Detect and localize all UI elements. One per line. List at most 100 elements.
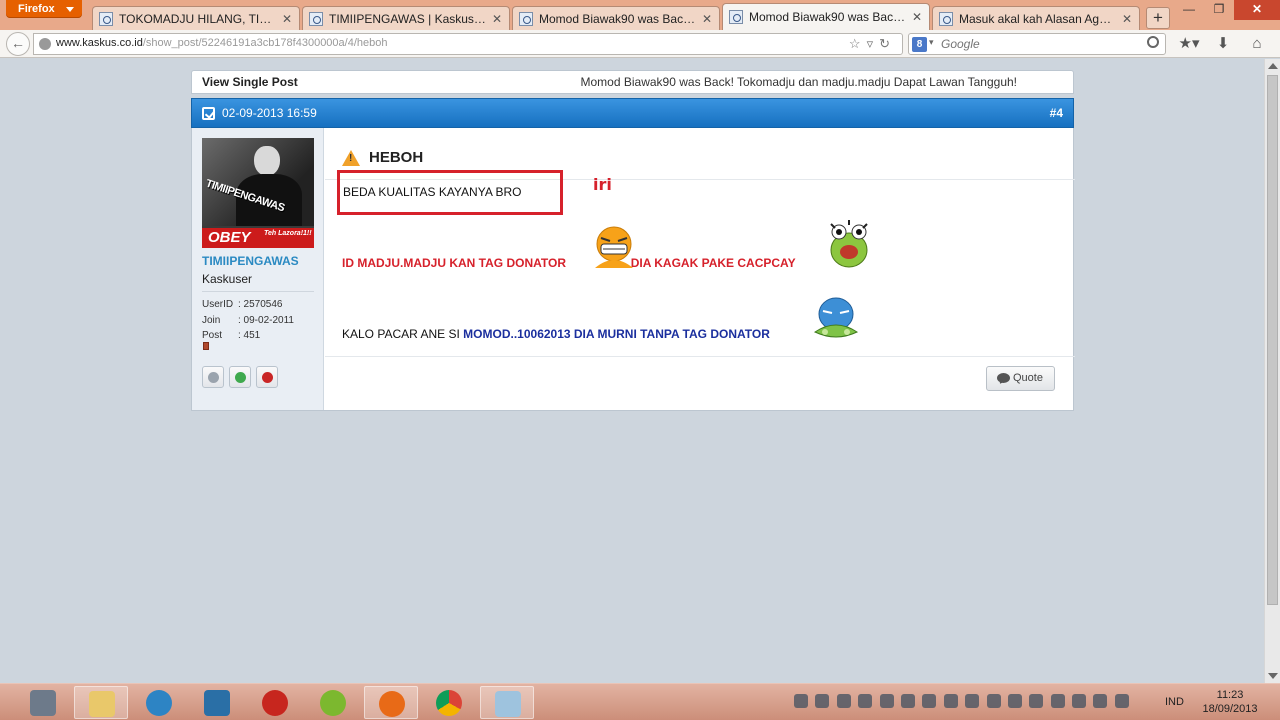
google-icon[interactable]: 8 — [912, 37, 927, 52]
address-bar-tools: ☆▿↻ — [849, 36, 896, 52]
notepad-icon — [495, 691, 521, 717]
browser-tab[interactable]: TIMIIPENGAWAS | Kaskus - The ... ✕ — [302, 6, 510, 30]
browser-tab[interactable]: Momod Biawak90 was Back! To... ✕ — [512, 6, 720, 30]
restore-button[interactable]: ❐ — [1204, 0, 1234, 20]
tray-icon[interactable] — [815, 694, 830, 708]
clock-time: 11:23 — [1216, 689, 1244, 701]
globe-icon — [39, 38, 51, 50]
scroll-up-icon[interactable] — [1268, 63, 1278, 69]
new-tab-button[interactable]: + — [1146, 7, 1170, 29]
url-path: /show_post/52246191a3cb178f4300000a/4/he… — [142, 37, 388, 49]
taskbar-app[interactable] — [248, 686, 302, 719]
taskbar-app[interactable] — [422, 686, 476, 719]
reload-icon[interactable]: ↻ — [879, 36, 896, 51]
speech-bubble-icon — [997, 373, 1010, 383]
search-icon[interactable] — [1147, 36, 1159, 48]
browser-titlebar: Firefox TOKOMADJU HILANG, TIDAK F... ✕ T… — [0, 0, 1280, 30]
tray-icon[interactable] — [794, 694, 808, 708]
vertical-scrollbar[interactable] — [1264, 59, 1280, 683]
search-input[interactable] — [941, 35, 1141, 53]
avatar-head — [254, 146, 280, 176]
stat-label: UserID — [202, 299, 234, 310]
tray-icon[interactable] — [1050, 694, 1065, 708]
tray-icon[interactable] — [836, 694, 851, 708]
close-tab-icon[interactable]: ✕ — [1121, 12, 1133, 26]
view-single-post-label: View Single Post — [202, 75, 298, 89]
avatar[interactable]: TIMIIPENGAWAS OBEY Teh Lazora!1!! — [202, 138, 314, 248]
dropdown-icon[interactable]: ▿ — [867, 36, 880, 51]
quote-button[interactable]: Quote — [986, 366, 1055, 391]
stat-row: Join: 09-02-2011 — [202, 313, 294, 329]
post-line-red: ID MADJU.MADJU KAN TAG DONATOR DIA KAGAK… — [342, 256, 796, 270]
send-message-button[interactable] — [229, 366, 251, 388]
taskbar-app[interactable] — [364, 686, 418, 719]
close-tab-icon[interactable]: ✕ — [491, 12, 503, 26]
checkbox-icon[interactable] — [202, 107, 215, 120]
navigation-bar: ← www.kaskus.co.id/show_post/52246191a3c… — [0, 30, 1280, 58]
firefox-icon — [379, 691, 405, 717]
input-language[interactable]: IND — [1165, 696, 1184, 708]
post-header: 02-09-2013 16:59 #4 — [191, 98, 1074, 128]
tray-icon[interactable] — [879, 694, 894, 708]
bookmarks-menu-icon[interactable]: ★▾ — [1172, 34, 1206, 54]
flag-icon[interactable] — [965, 694, 980, 708]
system-clock[interactable]: 11:23 18/09/2013 — [1200, 688, 1260, 716]
windows-taskbar: IND 11:23 18/09/2013 — [0, 683, 1280, 720]
close-window-button[interactable]: ✕ — [1234, 0, 1280, 20]
scrollbar-thumb[interactable] — [1267, 75, 1278, 605]
close-tab-icon[interactable]: ✕ — [911, 10, 923, 24]
thread-title-link[interactable]: Momod Biawak90 was Back! Tokomadju dan m… — [581, 75, 1017, 89]
taskbar-app[interactable] — [190, 686, 244, 719]
browser-tab[interactable]: TOKOMADJU HILANG, TIDAK F... ✕ — [92, 6, 300, 30]
tray-icon[interactable] — [900, 694, 915, 708]
browser-tab-active[interactable]: Momod Biawak90 was Back! To... ✕ — [722, 3, 930, 30]
post-number-link[interactable]: #4 — [1050, 106, 1063, 120]
taskbar-app[interactable] — [480, 686, 534, 719]
address-bar[interactable]: www.kaskus.co.id/show_post/52246191a3cb1… — [33, 33, 903, 55]
taskbar-app[interactable] — [306, 686, 360, 719]
tray-icon[interactable] — [986, 694, 1001, 708]
close-tab-icon[interactable]: ✕ — [701, 12, 713, 26]
firefox-menu-button[interactable]: Firefox — [6, 0, 82, 18]
user-profile-button[interactable] — [202, 366, 224, 388]
bookmark-star-icon[interactable]: ☆ — [849, 36, 867, 51]
engine-dropdown-icon[interactable]: ▾ — [929, 37, 934, 48]
post-date: 02-09-2013 16:59 — [222, 106, 317, 120]
report-button[interactable] — [256, 366, 278, 388]
user-action-buttons — [202, 366, 283, 388]
scroll-down-icon[interactable] — [1268, 673, 1278, 679]
downloads-icon[interactable]: ⬇ — [1206, 34, 1240, 54]
tray-icon[interactable] — [858, 694, 873, 708]
toolbar-icons: ★▾ ⬇ ⌂ — [1172, 34, 1274, 54]
tray-icon[interactable] — [1007, 694, 1022, 708]
kaskus-favicon-icon — [939, 11, 953, 26]
taskbar-app[interactable] — [132, 686, 186, 719]
tray-icon[interactable] — [1029, 694, 1044, 708]
tray-icon[interactable] — [943, 694, 958, 708]
network-icon[interactable] — [1093, 694, 1108, 708]
kaskus-favicon-icon — [519, 11, 533, 26]
clock-date: 18/09/2013 — [1202, 703, 1258, 715]
tray-icon[interactable] — [922, 694, 937, 708]
film-icon — [204, 690, 230, 716]
back-button[interactable]: ← — [6, 32, 30, 56]
taskbar-app[interactable] — [74, 686, 128, 719]
music-player-icon — [320, 690, 346, 716]
line3-plain: KALO PACAR ANE SI — [342, 327, 460, 341]
browser-tab[interactable]: Masuk akal kah Alasan Agan ini ... ✕ — [932, 6, 1140, 30]
folder-icon — [89, 691, 115, 717]
close-tab-icon[interactable]: ✕ — [281, 12, 293, 26]
user-rank: Kaskuser — [202, 272, 253, 286]
tray-icon[interactable] — [1072, 694, 1087, 708]
profile-icon — [208, 372, 219, 383]
view-single-post-bar: View Single Post Momod Biawak90 was Back… — [191, 70, 1074, 94]
minimize-button[interactable]: — — [1174, 0, 1204, 20]
stat-value: : 09-02-2011 — [238, 314, 294, 326]
kaskus-favicon-icon — [309, 11, 323, 26]
taskbar-app[interactable] — [16, 686, 70, 719]
home-icon[interactable]: ⌂ — [1240, 34, 1274, 54]
post-line-mixed: KALO PACAR ANE SI MOMOD..10062013 DIA MU… — [342, 327, 770, 341]
volume-icon[interactable] — [1114, 694, 1129, 708]
vomiting-emoticon-icon — [813, 297, 859, 338]
username-link[interactable]: TIMIIPENGAWAS — [202, 254, 299, 268]
